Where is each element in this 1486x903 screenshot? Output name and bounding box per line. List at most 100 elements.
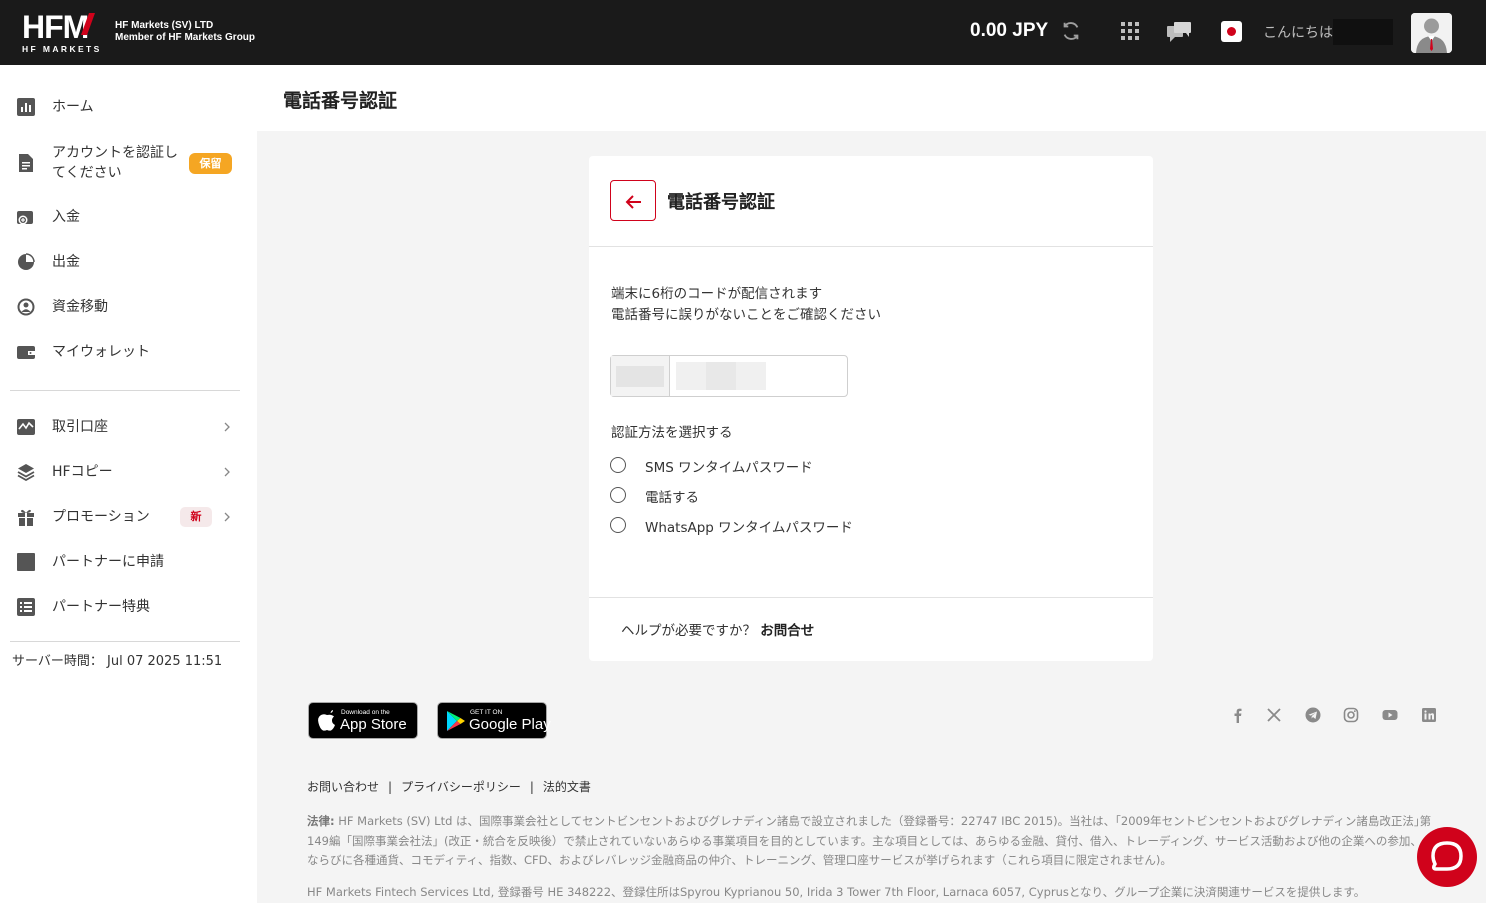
username-redacted xyxy=(1333,19,1393,45)
status-badge-pending: 保留 xyxy=(189,153,232,174)
facebook-icon[interactable] xyxy=(1230,707,1246,723)
sidebar-divider xyxy=(10,641,240,642)
phone-number-field[interactable] xyxy=(610,355,848,397)
page-header: 電話番号認証 xyxy=(257,65,1486,131)
method-label: 認証方法を選択する xyxy=(611,425,733,441)
arrow-left-icon xyxy=(625,195,641,209)
sidebar-item-deposit[interactable]: 入金 xyxy=(0,199,257,235)
help-text: ヘルプが必要ですか？ お問合せ xyxy=(621,619,814,639)
hfm-logo[interactable]: HFM HF MARKETS xyxy=(22,11,106,54)
contact-link[interactable]: お問合せ xyxy=(760,623,814,639)
sidebar-item-hf-copy[interactable]: HFコピー xyxy=(0,454,257,490)
app-store-small: Download on the xyxy=(341,709,390,716)
wallet-icon xyxy=(17,346,35,359)
chart-icon xyxy=(17,98,35,116)
apple-icon xyxy=(318,710,335,731)
sidebar-item-label: 取引口座 xyxy=(52,419,108,435)
footer-link-separator: | xyxy=(388,780,393,794)
google-play-icon xyxy=(447,711,465,731)
deposit-icon xyxy=(17,211,33,225)
radio-button[interactable] xyxy=(610,457,626,473)
app-store-label: App Store xyxy=(340,716,407,733)
legal-text-2: HF Markets Fintech Services Ltd, 登録番号 HE… xyxy=(307,885,1366,899)
sidebar-item-promotions[interactable]: プロモーション xyxy=(0,499,257,535)
new-badge: 新 xyxy=(180,507,212,527)
sidebar-divider xyxy=(10,390,240,391)
refresh-icon[interactable] xyxy=(1060,20,1082,42)
info-line-2: 電話番号に誤りがないことをご確認ください xyxy=(611,307,881,323)
info-text: 端末に6桁のコードが配信されます 電話番号に誤りがないことをご確認ください xyxy=(611,284,881,326)
list-icon xyxy=(17,598,35,616)
radio-button[interactable] xyxy=(610,487,626,503)
company-name: HF Markets (SV) LTD xyxy=(115,20,214,31)
avatar[interactable] xyxy=(1411,13,1452,53)
info-line-1: 端末に6桁のコードが配信されます xyxy=(611,286,823,302)
server-time-label: サーバー時間： xyxy=(12,654,103,669)
footer-links: お問い合わせ | プライバシーポリシー | 法的文書 xyxy=(307,778,591,795)
help-question: ヘルプが必要ですか？ xyxy=(621,623,756,639)
live-chat-button[interactable] xyxy=(1417,827,1477,887)
x-twitter-icon[interactable] xyxy=(1266,707,1282,723)
japan-flag-icon[interactable] xyxy=(1221,21,1242,42)
card-divider xyxy=(589,246,1153,247)
sidebar-item-partner-apply[interactable]: パートナーに申請 xyxy=(0,544,257,580)
chat-icon[interactable] xyxy=(1165,20,1193,44)
sidebar-item-partner-benefits[interactable]: パートナー特典 xyxy=(0,589,257,625)
sidebar-item-label: 出金 xyxy=(52,254,80,270)
document-icon xyxy=(19,154,33,172)
sidebar-item-label: HFコピー xyxy=(52,464,113,480)
sidebar-item-label: プロモーション xyxy=(52,509,150,525)
page-title: 電話番号認証 xyxy=(283,90,398,112)
company-info: HF Markets (SV) LTD Member of HF Markets… xyxy=(115,20,255,44)
sidebar-item-label: 入金 xyxy=(52,209,80,225)
top-bar: HFM HF MARKETS HF Markets (SV) LTD Membe… xyxy=(0,0,1486,65)
sidebar-item-transfer[interactable]: 資金移動 xyxy=(0,289,257,325)
transfer-icon xyxy=(17,298,35,316)
sidebar: ホーム アカウントを認証し てください 保留 入金 出金 資金移動 マイウォレッ… xyxy=(0,65,257,903)
legal-body: HF Markets (SV) Ltd は、国際事業会社としてセントビンセントお… xyxy=(307,814,1432,867)
withdraw-icon xyxy=(18,253,35,270)
footer-link-separator: | xyxy=(529,780,534,794)
chevron-right-icon xyxy=(224,467,230,477)
greeting-text: こんにちは xyxy=(1263,25,1333,41)
phone-verification-card: 電話番号認証 端末に6桁のコードが配信されます 電話番号に誤りがないことをご確認… xyxy=(589,156,1153,661)
apps-grid-icon[interactable] xyxy=(1121,22,1139,40)
app-store-button[interactable]: Download on the App Store xyxy=(308,702,418,739)
youtube-icon[interactable] xyxy=(1382,707,1398,723)
sidebar-item-withdraw[interactable]: 出金 xyxy=(0,244,257,280)
instagram-icon[interactable] xyxy=(1343,707,1359,723)
radio-button[interactable] xyxy=(610,517,626,533)
user-avatar-icon xyxy=(1411,13,1452,53)
chat-bubble-icon xyxy=(1431,841,1463,871)
card-divider xyxy=(589,597,1153,598)
linkedin-icon[interactable] xyxy=(1421,707,1437,723)
legal-label: 法律: xyxy=(307,814,335,828)
trading-icon xyxy=(17,419,35,435)
sidebar-item-trading-accounts[interactable]: 取引口座 xyxy=(0,409,257,445)
sidebar-item-label: パートナー特典 xyxy=(52,599,150,615)
sidebar-item-label: マイウォレット xyxy=(52,344,150,360)
phone-number-redacted xyxy=(676,362,766,390)
google-play-label: Google Play xyxy=(469,716,551,733)
method-option-label: SMS ワンタイムパスワード xyxy=(645,460,813,476)
google-play-small: GET IT ON xyxy=(470,709,503,716)
footer-link-contact[interactable]: お問い合わせ xyxy=(307,780,379,794)
sidebar-item-wallet[interactable]: マイウォレット xyxy=(0,334,257,370)
layers-icon xyxy=(17,464,35,481)
method-option-label: 電話する xyxy=(645,490,699,506)
chevron-right-icon xyxy=(224,422,230,432)
telegram-icon[interactable] xyxy=(1305,707,1321,723)
country-code-field[interactable] xyxy=(611,356,670,396)
method-option-label: WhatsApp ワンタイムパスワード xyxy=(645,520,853,536)
account-balance: 0.00 JPY xyxy=(970,20,1049,41)
footer-link-legal[interactable]: 法的文書 xyxy=(543,780,591,794)
google-play-button[interactable]: GET IT ON Google Play xyxy=(437,702,551,739)
legal-text: 法律: HF Markets (SV) Ltd は、国際事業会社としてセントビン… xyxy=(307,812,1432,871)
back-button[interactable] xyxy=(610,180,656,221)
gift-icon xyxy=(18,509,34,526)
sidebar-item-home[interactable]: ホーム xyxy=(0,89,257,125)
sidebar-item-label: 資金移動 xyxy=(52,299,108,315)
square-icon xyxy=(17,553,35,571)
footer-link-privacy[interactable]: プライバシーポリシー xyxy=(401,780,521,794)
sidebar-item-label: パートナーに申請 xyxy=(52,554,164,570)
